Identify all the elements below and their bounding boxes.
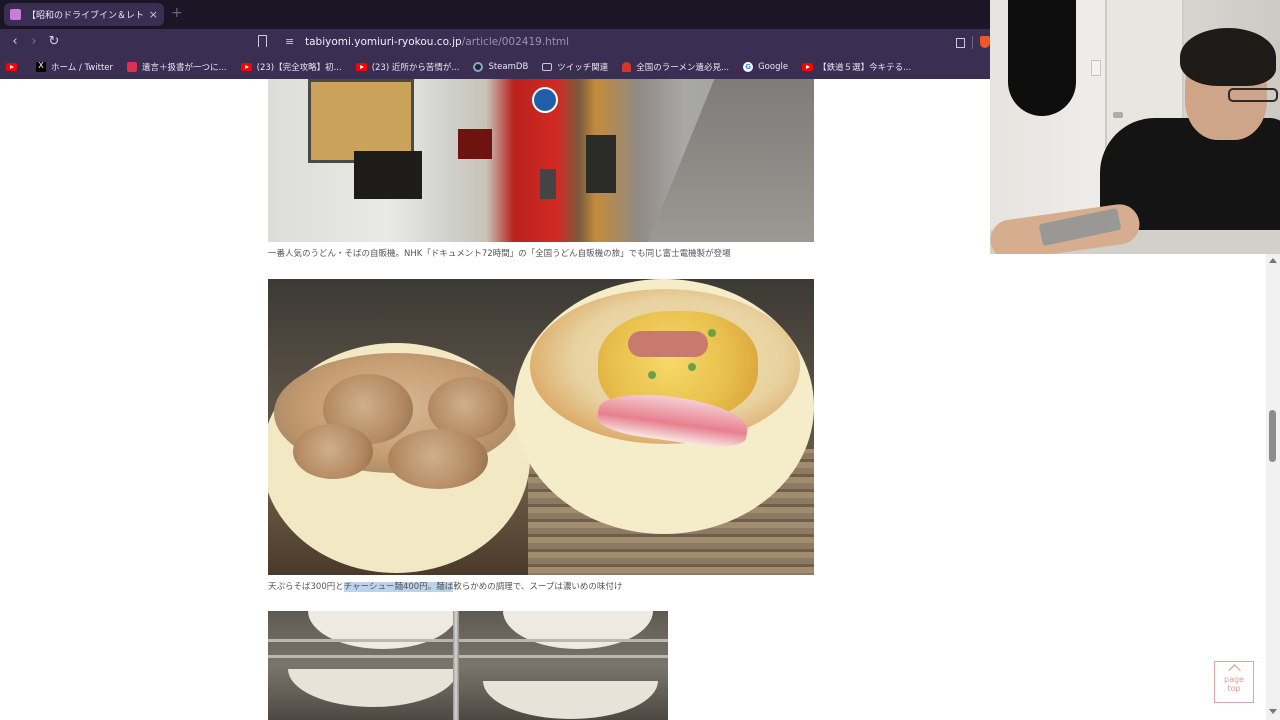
- bookmark-label: SteamDB: [488, 62, 529, 72]
- site-info-icon[interactable]: ≡: [285, 34, 294, 50]
- bookmark-twitter[interactable]: X ホーム / Twitter: [36, 61, 113, 73]
- steam-icon: [473, 62, 484, 72]
- bookmark-icon[interactable]: [258, 35, 267, 47]
- bookmark-item[interactable]: (23) 近所から苦情が...: [355, 61, 460, 73]
- scroll-down-icon[interactable]: [1269, 709, 1277, 714]
- back-arrow-icon[interactable]: ‹: [6, 33, 24, 51]
- youtube-icon: [355, 63, 367, 71]
- tab-close-icon[interactable]: ×: [149, 8, 158, 21]
- page-top-label: top: [1227, 684, 1241, 693]
- sidewalk: [648, 79, 814, 242]
- webcam-overlay: [990, 0, 1280, 254]
- google-icon: G: [743, 62, 754, 72]
- bookmark-steamdb[interactable]: SteamDB: [473, 62, 528, 72]
- green-onion: [708, 329, 716, 337]
- youtube-icon: [240, 63, 252, 71]
- caption-text: 軟らかめの調理で、スープは濃いめの味付け: [453, 582, 623, 592]
- scrollbar-thumb[interactable]: [1269, 410, 1276, 462]
- forward-arrow-icon[interactable]: ›: [25, 33, 43, 51]
- bookmark-google[interactable]: G Google: [743, 62, 788, 72]
- rack-rail: [268, 655, 668, 658]
- chair: [1008, 0, 1076, 116]
- vending-logo: [532, 87, 558, 113]
- bookmark-label: (23) 近所から苦情が...: [371, 63, 460, 73]
- bowl: [483, 681, 658, 719]
- brave-shields-icon[interactable]: [980, 36, 990, 48]
- chashu-slice: [388, 429, 488, 489]
- bowl: [288, 669, 458, 707]
- vending-slot: [586, 135, 616, 193]
- door-handle: [1113, 112, 1123, 118]
- bookmark-label: ツイッチ関連: [557, 63, 609, 73]
- bookmark-label: (23)【完全攻略】初...: [256, 63, 342, 73]
- bookmark-item[interactable]: 全国のラーメン遺必見...: [622, 61, 729, 73]
- bookmark-youtube[interactable]: [6, 63, 22, 71]
- bowl: [503, 611, 653, 649]
- url-path: /article/002419.html: [461, 36, 570, 48]
- bookmark-label: Google: [758, 62, 789, 72]
- page-top-button[interactable]: page top: [1214, 661, 1254, 703]
- rack-rail: [268, 639, 668, 642]
- url-host: tabiyomi.yomiuri-ryokou.co.jp: [305, 36, 462, 48]
- bowl: [308, 611, 458, 649]
- person-hair: [1180, 28, 1276, 86]
- bookmark-label: 全国のラーメン遺必見...: [636, 63, 730, 73]
- green-onion: [648, 371, 656, 379]
- bookmark-item[interactable]: 遺言＋扱書が一つに...: [127, 61, 227, 73]
- photo-caption-1: 一番人気のうどん・そばの自販機。NHK「ドキュメント72時間」の「全国うどん自販…: [268, 249, 731, 259]
- ramen-site-icon: [622, 62, 632, 72]
- vending-slot: [354, 151, 422, 199]
- shrimp: [628, 331, 708, 357]
- x-logo-icon: X: [36, 62, 46, 72]
- chashu-slice: [293, 424, 373, 479]
- stacked-bowls-photo: [268, 611, 668, 720]
- app-icon: [127, 62, 138, 72]
- rack-pole: [453, 611, 459, 720]
- scrollbar-track[interactable]: [1266, 254, 1280, 720]
- youtube-icon: [6, 63, 17, 71]
- bookmark-item[interactable]: 【鉄道５選】今キテる...: [802, 61, 911, 73]
- bookmark-label: 遺言＋扱書が一つに...: [142, 63, 227, 73]
- reader-mode-icon[interactable]: [956, 38, 965, 48]
- bookmark-label: 【鉄道５選】今キテる...: [818, 63, 912, 73]
- reload-icon[interactable]: ↻: [45, 33, 63, 51]
- bookmark-folder[interactable]: ツイッチ関連: [542, 61, 608, 73]
- new-tab-button[interactable]: +: [171, 6, 183, 20]
- site-favicon-icon: [10, 9, 21, 20]
- green-onion: [688, 363, 696, 371]
- toolbar-divider: [972, 36, 973, 49]
- scroll-up-icon[interactable]: [1269, 258, 1277, 263]
- noodle-bowls-photo: [268, 279, 814, 575]
- vending-machines-photo: [268, 79, 814, 242]
- selected-text[interactable]: チャーシュー麺400円。麺は: [343, 582, 454, 592]
- glasses: [1228, 88, 1278, 102]
- bookmark-item[interactable]: (23)【完全攻略】初...: [240, 61, 342, 73]
- youtube-icon: [802, 63, 814, 71]
- bookmark-label: ホーム / Twitter: [51, 63, 114, 73]
- address-bar[interactable]: tabiyomi.yomiuri-ryokou.co.jp/article/00…: [305, 34, 569, 50]
- browser-tab-active[interactable]: 【昭和のドライブイン＆レトロ自販機】 ×: [4, 3, 164, 26]
- photo-caption-2: 天ぷらそば300円とチャーシュー麺400円。麺は軟らかめの調理で、スープは濃いめ…: [268, 580, 622, 592]
- folder-icon: [542, 63, 553, 71]
- caption-text: 天ぷらそば300円と: [268, 582, 344, 592]
- light-switch: [1091, 60, 1101, 76]
- vending-slot: [540, 169, 556, 199]
- vending-slot: [458, 129, 492, 159]
- tab-title: 【昭和のドライブイン＆レトロ自販機】: [27, 11, 144, 21]
